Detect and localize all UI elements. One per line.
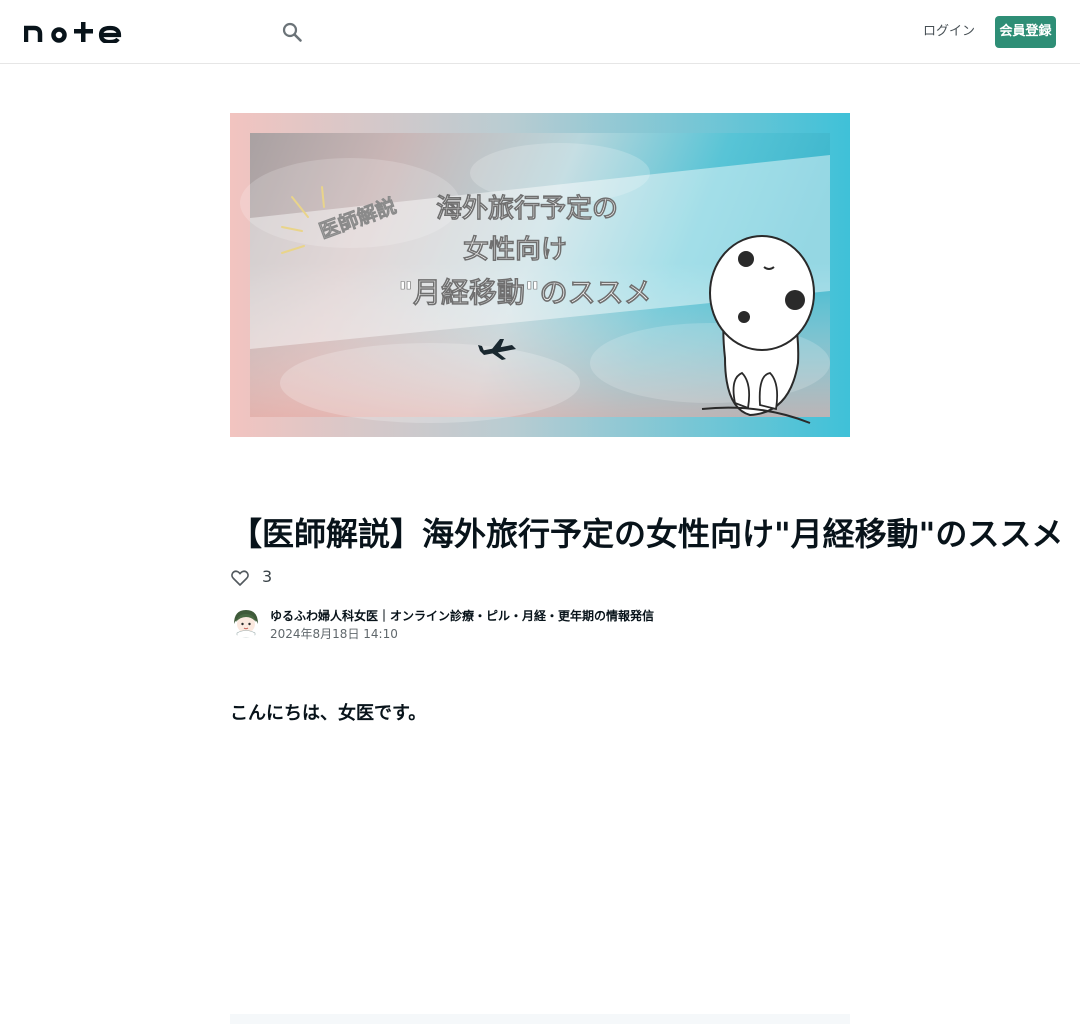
signup-button[interactable]: 会員登録	[995, 16, 1056, 48]
note-logo[interactable]	[24, 21, 122, 43]
hero-line-2: 女性向け	[463, 234, 567, 265]
login-link[interactable]: ログイン	[920, 22, 978, 42]
hero-line-3: "月経移動"のススメ	[398, 276, 651, 309]
search-button[interactable]	[280, 20, 304, 44]
heart-icon[interactable]	[230, 568, 250, 588]
avatar[interactable]	[230, 606, 262, 638]
hero-line-1: 海外旅行予定の	[436, 193, 618, 224]
site-header: ログイン 会員登録	[0, 0, 1080, 64]
search-icon	[282, 22, 302, 42]
hero-image: 医師解説 海外旅行予定の 女性向け "月経移動"のススメ	[230, 113, 850, 437]
post-date: 2024年8月18日 14:10	[270, 627, 398, 641]
content-box	[230, 1014, 850, 1024]
article-lead: こんにちは、女医です。	[230, 703, 427, 724]
like-count: 3	[262, 567, 273, 586]
author-name[interactable]: ゆるふわ婦人科女医｜オンライン診療・ピル・月経・更年期の情報発信	[270, 607, 654, 625]
article-title: 【医師解説】海外旅行予定の女性向け"月経移動"のススメ	[230, 515, 1064, 553]
